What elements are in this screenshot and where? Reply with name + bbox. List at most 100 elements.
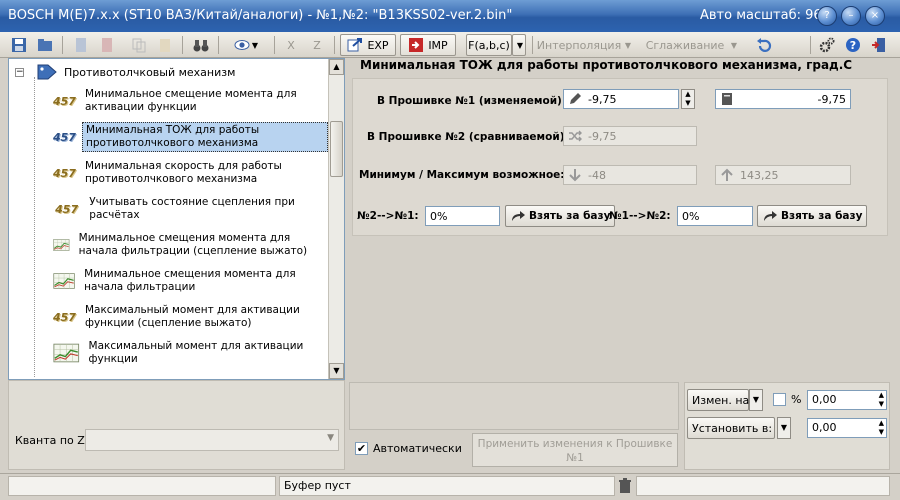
interpolation-button[interactable]: Интерполяция xyxy=(537,34,621,56)
set-to-value-field[interactable]: 0,00 ▲ ▼ xyxy=(807,418,887,438)
auto-checkbox[interactable]: ✔ xyxy=(355,442,368,455)
toolbar: ▼ X Z EXP IMP F(a,b,c) ▼ Интерполяция ▼ … xyxy=(0,32,900,58)
fw1-value-field[interactable]: -9,75 xyxy=(563,89,679,109)
tree-item[interactable]: 457 Минимальное смещение момента для акт… xyxy=(53,83,328,119)
import-label: IMP xyxy=(428,38,448,52)
chevron-down-icon: ▼ xyxy=(624,40,632,50)
book-icon xyxy=(722,93,732,105)
apply-changes-button[interactable]: Применить изменения к Прошивке №1 xyxy=(472,433,678,467)
scroll-down-icon[interactable]: ▼ xyxy=(329,363,344,379)
status-bar: Буфер пуст xyxy=(0,473,900,500)
minmax-label: Минимум / Максимум возможное: xyxy=(359,169,565,181)
percent-label: % xyxy=(791,393,802,406)
function-dropdown[interactable]: ▼ xyxy=(512,34,526,56)
scroll-up-icon[interactable]: ▲ xyxy=(329,59,344,75)
copy-icon[interactable] xyxy=(128,34,150,56)
percent-checkbox[interactable] xyxy=(773,393,786,406)
chevron-down-icon: ▼ xyxy=(327,433,334,443)
help-icon[interactable]: ? xyxy=(842,34,864,56)
svg-text:?: ? xyxy=(850,39,856,52)
n1-to-n2-label: №1-->№2: xyxy=(609,210,671,222)
parameter-tree[interactable]: − Противотолчковый механизм 457 Минималь… xyxy=(8,58,345,380)
adjust-panel: Измен. на: ▼ % 0,00 ▲ ▼ Установить в: ▼ 0… xyxy=(684,382,890,470)
quant-label: Кванта по Z: xyxy=(15,434,89,447)
tree-item-label: Минимальное смещение момента для активац… xyxy=(84,88,297,113)
open-folder-icon[interactable] xyxy=(34,34,56,56)
interpolation-dropdown[interactable]: ▼ xyxy=(620,34,634,56)
tree-item-label: Максимальный момент для активации функци… xyxy=(84,304,300,329)
import-button[interactable]: IMP xyxy=(400,34,456,56)
tree-item[interactable]: Минимальное смещения момента для начала … xyxy=(53,227,328,263)
tree-scrollbar[interactable]: ▲ ▼ xyxy=(328,59,344,379)
buffer-status: Буфер пуст xyxy=(279,476,615,496)
tree-item-selected[interactable]: 457 Минимальная ТОЖ для работы противото… xyxy=(53,119,328,155)
settings-gear-icon[interactable] xyxy=(816,34,838,56)
chart-icon xyxy=(53,343,80,363)
save-icon[interactable] xyxy=(8,34,30,56)
take-base-button-1[interactable]: Взять за базу xyxy=(505,205,616,227)
title-bar: BOSCH M(E)7.x.x (ST10 ВАЗ/Китай/аналоги)… xyxy=(0,0,900,32)
collapse-icon[interactable]: − xyxy=(15,67,24,77)
tree-item-label: Максимальный момент для активации функци… xyxy=(88,340,304,365)
status-cell-1 xyxy=(8,476,276,496)
auto-checkbox-row[interactable]: ✔ Автоматически xyxy=(355,442,462,455)
view-eye-dropdown[interactable]: ▼ xyxy=(224,34,268,56)
take-base-button-2[interactable]: Взять за базу xyxy=(757,205,868,227)
export-button[interactable]: EXP xyxy=(340,34,396,56)
spin-icon[interactable]: ▲ ▼ xyxy=(879,391,884,409)
minimize-icon[interactable]: – xyxy=(841,6,861,26)
bookmark-icon[interactable] xyxy=(96,34,118,56)
457-icon: 457 xyxy=(53,130,76,144)
chart-icon xyxy=(53,239,70,251)
tag-icon xyxy=(37,64,57,80)
window-title: BOSCH M(E)7.x.x (ST10 ВАЗ/Китай/аналоги)… xyxy=(8,8,513,23)
457-icon: 457 xyxy=(53,310,76,324)
smoothing-dropdown[interactable]: ▼ xyxy=(726,34,740,56)
pencil-icon xyxy=(570,93,581,104)
tree-item[interactable]: 457 Учитывать состояние сцепления при ра… xyxy=(53,191,328,227)
change-by-button[interactable]: Измен. на: xyxy=(687,389,753,411)
percent-checkbox-row[interactable]: % xyxy=(773,393,801,406)
tree-root[interactable]: − Противотолчковый механизм xyxy=(15,63,235,81)
function-button[interactable]: F(a,b,c) xyxy=(466,34,512,56)
page-icon[interactable] xyxy=(70,34,92,56)
quant-combo[interactable]: ▼ xyxy=(85,429,339,451)
tree-item[interactable]: 457 Минимальная скорость для работы прот… xyxy=(53,155,328,191)
redo-arrow-icon xyxy=(512,211,525,221)
tree-root-label: Противотолчковый механизм xyxy=(64,65,236,79)
chart-icon xyxy=(53,273,75,289)
parameter-title: Минимальная ТОЖ для работы противотолчко… xyxy=(360,58,853,72)
n2-to-n1-label: №2-->№1: xyxy=(357,210,419,222)
export-icon xyxy=(347,38,363,52)
redo-arrow-icon xyxy=(764,211,777,221)
paste-icon[interactable] xyxy=(154,34,176,56)
457-icon: 457 xyxy=(53,166,76,180)
change-by-value-field[interactable]: 0,00 ▲ ▼ xyxy=(807,390,887,410)
fw2-value-field: -9,75 xyxy=(563,126,697,146)
exit-icon[interactable] xyxy=(868,34,890,56)
help-window-icon[interactable]: ? xyxy=(817,6,837,26)
set-to-dropdown[interactable]: ▼ xyxy=(777,417,791,439)
tree-item-label: Учитывать состояние сцепления при расчёт… xyxy=(89,196,295,221)
tree-item[interactable]: Минимальное смещения момента для начала … xyxy=(53,263,328,299)
z-button[interactable]: Z xyxy=(306,34,328,56)
x-button[interactable]: X xyxy=(280,34,302,56)
n2-to-n1-field[interactable]: 0% xyxy=(425,206,500,226)
close-window-icon[interactable]: × xyxy=(865,6,885,26)
trash-icon[interactable] xyxy=(618,478,632,494)
tree-item-label: Минимальное смещения момента для начала … xyxy=(78,232,308,257)
binoculars-icon[interactable] xyxy=(190,34,212,56)
457-icon: 457 xyxy=(53,94,76,108)
undo-icon[interactable] xyxy=(752,34,776,56)
change-by-dropdown[interactable]: ▼ xyxy=(749,389,763,411)
tree-item[interactable]: Максимальный момент для активации функци… xyxy=(53,335,328,371)
smoothing-button[interactable]: Сглаживание xyxy=(644,34,726,56)
auto-label: Автоматически xyxy=(373,442,462,455)
fw1-spinner[interactable]: ▲ ▼ xyxy=(681,89,695,109)
n1-to-n2-field[interactable]: 0% xyxy=(677,206,753,226)
set-to-button[interactable]: Установить в: xyxy=(687,417,775,439)
scroll-thumb[interactable] xyxy=(330,121,343,177)
spin-icon[interactable]: ▲ ▼ xyxy=(879,419,884,437)
auto-scale-label: Авто масштаб: 96 xyxy=(700,8,822,23)
tree-item[interactable]: 457 Максимальный момент для активации фу… xyxy=(53,299,328,335)
